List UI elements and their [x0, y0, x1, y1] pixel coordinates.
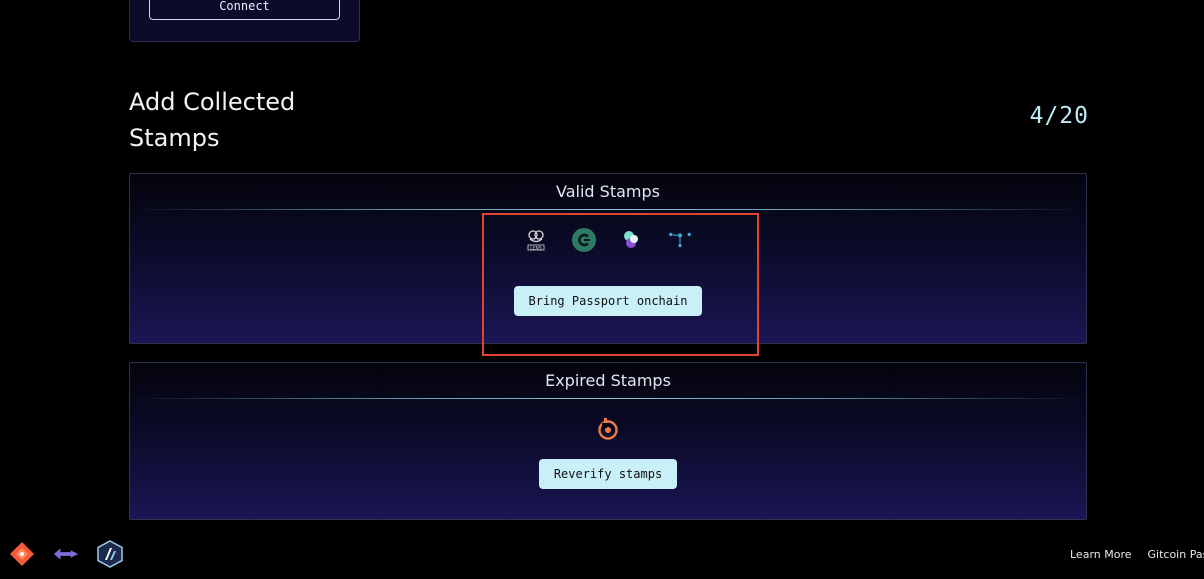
reverify-stamps-button[interactable]: Reverify stamps	[539, 459, 677, 489]
connect-button[interactable]: Connect	[149, 0, 340, 20]
stamps-counter: 4/20	[1029, 103, 1089, 129]
zora-icon[interactable]	[620, 228, 644, 252]
connect-card: Connect	[129, 0, 360, 42]
divider	[130, 209, 1086, 210]
optimism-icon[interactable]	[52, 540, 80, 568]
divider	[130, 398, 1086, 399]
valid-stamps-title: Valid Stamps	[556, 182, 660, 201]
valid-stamps-icons: LENS	[130, 228, 1086, 252]
gitcoin-passport-link[interactable]: Gitcoin Pass	[1148, 548, 1204, 561]
section-title: Add Collected Stamps	[129, 88, 296, 152]
expired-stamps-panel: Expired Stamps Reverify stamps	[129, 362, 1087, 520]
gitcoin-icon[interactable]	[8, 540, 36, 568]
svg-text:LENS: LENS	[530, 246, 542, 252]
expired-stamps-icons	[130, 417, 1086, 441]
arbitrum-icon[interactable]	[96, 540, 124, 568]
bring-passport-onchain-button[interactable]: Bring Passport onchain	[514, 286, 702, 316]
civic-icon[interactable]	[572, 228, 596, 252]
brightid-icon[interactable]	[596, 417, 620, 441]
lens-icon[interactable]: LENS	[524, 228, 548, 252]
footer-partner-icons	[8, 540, 124, 568]
valid-stamps-panel: Valid Stamps LENS Bring Passport onchain	[129, 173, 1087, 344]
footer-links: Learn More Gitcoin Pass	[1070, 548, 1204, 561]
network-icon[interactable]	[668, 228, 692, 252]
expired-stamps-title: Expired Stamps	[545, 371, 671, 390]
learn-more-link[interactable]: Learn More	[1070, 548, 1132, 561]
